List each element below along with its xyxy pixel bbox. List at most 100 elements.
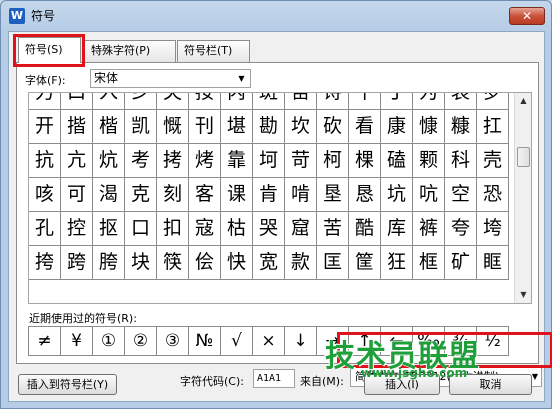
symbol-cell[interactable]: 刊	[189, 110, 221, 144]
symbol-cell[interactable]: 抗	[29, 144, 61, 178]
recent-symbol-cell[interactable]: ①	[93, 327, 125, 356]
symbol-cell[interactable]: 诗	[317, 93, 349, 110]
symbol-cell[interactable]: 恳	[349, 178, 381, 212]
recent-symbol-cell[interactable]: ↓	[285, 327, 317, 356]
symbol-cell[interactable]: 肯	[253, 178, 285, 212]
symbol-cell[interactable]: 筐	[349, 246, 381, 280]
symbol-cell[interactable]: 罗	[477, 93, 509, 110]
symbol-cell[interactable]: 勘	[253, 110, 285, 144]
symbol-cell[interactable]: 坷	[253, 144, 285, 178]
symbol-cell[interactable]: 渴	[93, 178, 125, 212]
symbol-cell[interactable]: 扣	[157, 212, 189, 246]
symbol-cell[interactable]: 跨	[61, 246, 93, 280]
char-code-input[interactable]: A1A1	[253, 369, 295, 388]
symbol-cell[interactable]: 可	[61, 178, 93, 212]
recent-symbol-cell[interactable]: ③	[157, 327, 189, 356]
recent-symbol-cell[interactable]: ≠	[29, 327, 61, 356]
symbol-cell[interactable]: 揩	[61, 110, 93, 144]
symbol-cell[interactable]: 坑	[381, 178, 413, 212]
recent-symbol-cell[interactable]: №	[189, 327, 221, 356]
tab-symbol[interactable]: 符号(S)	[18, 37, 81, 63]
symbol-cell[interactable]: 口	[61, 93, 93, 110]
symbol-cell[interactable]: 哀	[445, 93, 477, 110]
symbol-cell[interactable]: 块	[125, 246, 157, 280]
symbol-cell[interactable]: 吭	[413, 178, 445, 212]
symbol-cell[interactable]: 空	[445, 178, 477, 212]
symbol-cell[interactable]: 挎	[29, 246, 61, 280]
symbol-cell[interactable]: 窟	[285, 212, 317, 246]
tab-special-characters[interactable]: 特殊字符(P)	[84, 40, 176, 62]
symbol-cell[interactable]: 酷	[349, 212, 381, 246]
symbol-cell[interactable]: 控	[61, 212, 93, 246]
symbol-cell[interactable]: 乡	[125, 93, 157, 110]
symbol-cell[interactable]: 按	[189, 93, 221, 110]
recent-symbol-cell[interactable]: ②	[125, 327, 157, 356]
symbol-cell[interactable]: 棵	[349, 144, 381, 178]
symbol-cell[interactable]: 侩	[189, 246, 221, 280]
symbol-cell[interactable]: 宽	[253, 246, 285, 280]
symbol-cell[interactable]: 丙	[221, 93, 253, 110]
scroll-up-arrow-icon[interactable]: ▲	[516, 93, 531, 109]
symbol-cell[interactable]: 考	[125, 144, 157, 178]
symbol-cell[interactable]: 烤	[189, 144, 221, 178]
symbol-cell[interactable]: 康	[381, 110, 413, 144]
symbol-cell[interactable]: 丁	[381, 93, 413, 110]
symbol-cell[interactable]: 力	[29, 93, 61, 110]
symbol-cell[interactable]: 苦	[317, 212, 349, 246]
symbol-cell[interactable]: 筷	[157, 246, 189, 280]
close-button[interactable]: ✕	[509, 7, 545, 25]
symbol-cell[interactable]: 糠	[445, 110, 477, 144]
font-select[interactable]: 宋体 ▼	[90, 69, 251, 88]
symbol-cell[interactable]: 开	[29, 110, 61, 144]
symbol-cell[interactable]: 孔	[29, 212, 61, 246]
symbol-cell[interactable]: 抠	[93, 212, 125, 246]
symbol-cell[interactable]: 眶	[477, 246, 509, 280]
symbol-cell[interactable]: 苛	[285, 144, 317, 178]
title-bar[interactable]: W 符号 ✕	[1, 1, 551, 29]
symbol-cell[interactable]: 入	[93, 93, 125, 110]
symbol-cell[interactable]: 胯	[93, 246, 125, 280]
symbol-cell[interactable]: 慷	[413, 110, 445, 144]
tab-symbol-bar[interactable]: 符号栏(T)	[177, 40, 250, 62]
symbol-cell[interactable]: 看	[349, 110, 381, 144]
symbol-cell[interactable]: 匡	[317, 246, 349, 280]
symbol-cell[interactable]: 砍	[317, 110, 349, 144]
symbol-cell[interactable]: 靠	[221, 144, 253, 178]
symbol-cell[interactable]: 楷	[93, 110, 125, 144]
symbol-cell[interactable]: 快	[221, 246, 253, 280]
symbol-cell[interactable]: 苗	[285, 93, 317, 110]
symbol-cell[interactable]: 口	[125, 212, 157, 246]
symbol-cell[interactable]: 寇	[189, 212, 221, 246]
scroll-down-arrow-icon[interactable]: ▼	[516, 287, 531, 303]
symbol-cell[interactable]: 框	[413, 246, 445, 280]
symbol-cell[interactable]: 矿	[445, 246, 477, 280]
symbol-cell[interactable]: 狂	[381, 246, 413, 280]
symbol-cell[interactable]: 库	[381, 212, 413, 246]
symbol-cell[interactable]: 磕	[381, 144, 413, 178]
symbol-cell[interactable]: 牛	[349, 93, 381, 110]
symbol-cell[interactable]: 斑	[253, 93, 285, 110]
symbol-cell[interactable]: 失	[157, 93, 189, 110]
symbol-cell[interactable]: 慨	[157, 110, 189, 144]
symbol-cell[interactable]: 客	[189, 178, 221, 212]
insert-to-symbol-bar-button[interactable]: 插入到符号栏(Y)	[18, 374, 117, 395]
symbol-cell[interactable]: 扛	[477, 110, 509, 144]
symbol-cell[interactable]: 坎	[285, 110, 317, 144]
symbol-cell[interactable]: 炕	[93, 144, 125, 178]
symbol-cell[interactable]: 壳	[477, 144, 509, 178]
symbol-cell[interactable]: 亢	[61, 144, 93, 178]
symbol-cell[interactable]: 为	[413, 93, 445, 110]
symbol-cell[interactable]: 克	[125, 178, 157, 212]
symbol-cell[interactable]: 夸	[445, 212, 477, 246]
symbol-cell[interactable]: 颗	[413, 144, 445, 178]
recent-symbol-cell[interactable]: ×	[253, 327, 285, 356]
recent-symbol-cell[interactable]: ¥	[61, 327, 93, 356]
symbol-cell[interactable]: 拷	[157, 144, 189, 178]
symbol-grid-scrollbar[interactable]: ▲ ▼	[514, 93, 531, 303]
symbol-cell[interactable]: 垦	[317, 178, 349, 212]
symbol-cell[interactable]: 款	[285, 246, 317, 280]
scroll-thumb[interactable]	[517, 147, 530, 167]
symbol-cell[interactable]: 裤	[413, 212, 445, 246]
symbol-cell[interactable]: 咳	[29, 178, 61, 212]
symbol-cell[interactable]: 科	[445, 144, 477, 178]
